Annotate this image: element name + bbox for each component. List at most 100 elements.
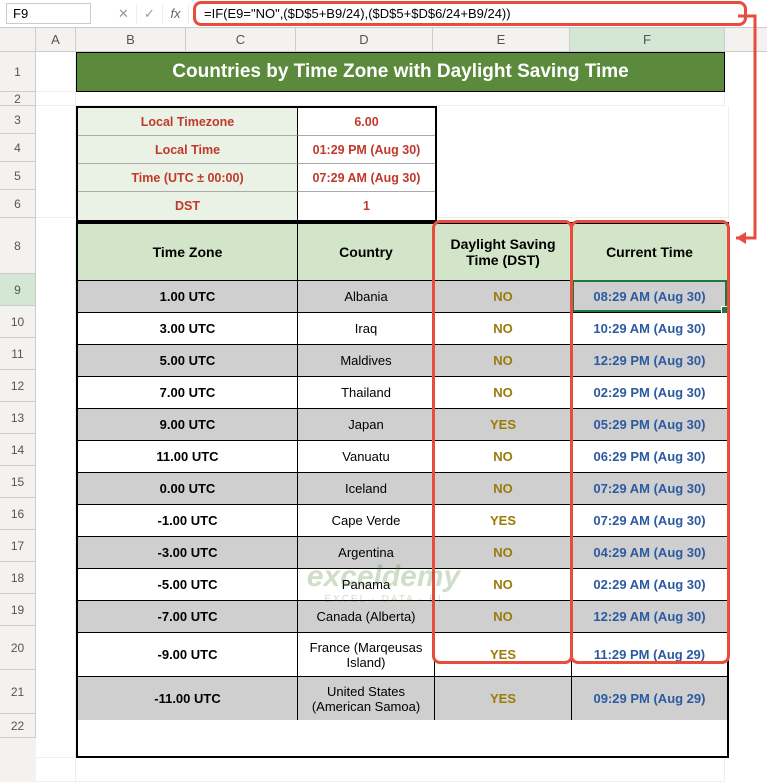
cell-country[interactable]: Maldives bbox=[298, 345, 435, 376]
name-box[interactable] bbox=[6, 3, 91, 24]
cell-country[interactable]: United States (American Samoa) bbox=[298, 677, 435, 720]
cell-dst[interactable]: YES bbox=[435, 677, 572, 720]
cell-timezone[interactable]: 9.00 UTC bbox=[78, 409, 298, 440]
cell-dst[interactable]: NO bbox=[435, 345, 572, 376]
cell-timezone[interactable]: 5.00 UTC bbox=[78, 345, 298, 376]
cell-timezone[interactable]: 11.00 UTC bbox=[78, 441, 298, 472]
row-header-19[interactable]: 19 bbox=[0, 594, 36, 626]
table-row[interactable]: -7.00 UTCCanada (Alberta)NO12:29 AM (Aug… bbox=[78, 600, 727, 632]
cell-dst[interactable]: NO bbox=[435, 569, 572, 600]
cell-dst[interactable]: NO bbox=[435, 473, 572, 504]
row-header-13[interactable]: 13 bbox=[0, 402, 36, 434]
row-header-22[interactable]: 22 bbox=[0, 714, 36, 738]
cell-country[interactable]: Argentina bbox=[298, 537, 435, 568]
col-header-D[interactable]: D bbox=[296, 28, 433, 51]
cell-country[interactable]: Vanuatu bbox=[298, 441, 435, 472]
cell-country[interactable]: Iraq bbox=[298, 313, 435, 344]
row-header-8[interactable]: 8 bbox=[0, 218, 36, 274]
cell-current-time[interactable]: 12:29 AM (Aug 30) bbox=[572, 601, 727, 632]
row-header-11[interactable]: 11 bbox=[0, 338, 36, 370]
row-header-14[interactable]: 14 bbox=[0, 434, 36, 466]
cancel-formula-icon[interactable]: ✕ bbox=[111, 4, 137, 24]
table-row[interactable]: 3.00 UTCIraqNO10:29 AM (Aug 30) bbox=[78, 312, 727, 344]
table-row[interactable]: 5.00 UTCMaldivesNO12:29 PM (Aug 30) bbox=[78, 344, 727, 376]
row-header-12[interactable]: 12 bbox=[0, 370, 36, 402]
cell-timezone[interactable]: 7.00 UTC bbox=[78, 377, 298, 408]
cell-current-time[interactable]: 07:29 AM (Aug 30) bbox=[572, 473, 727, 504]
cell-dst[interactable]: NO bbox=[435, 601, 572, 632]
cell-dst[interactable]: NO bbox=[435, 281, 572, 312]
cell-country[interactable]: Canada (Alberta) bbox=[298, 601, 435, 632]
row-header-4[interactable]: 4 bbox=[0, 134, 36, 162]
cell-dst[interactable]: NO bbox=[435, 313, 572, 344]
cell-timezone[interactable]: -5.00 UTC bbox=[78, 569, 298, 600]
cell-country[interactable]: Iceland bbox=[298, 473, 435, 504]
col-header-A[interactable]: A bbox=[36, 28, 76, 51]
row-header-18[interactable]: 18 bbox=[0, 562, 36, 594]
table-row[interactable]: -3.00 UTCArgentinaNO04:29 AM (Aug 30) bbox=[78, 536, 727, 568]
cell-timezone[interactable]: -3.00 UTC bbox=[78, 537, 298, 568]
cell-dst[interactable]: NO bbox=[435, 377, 572, 408]
row-header-10[interactable]: 10 bbox=[0, 306, 36, 338]
table-row[interactable]: 1.00 UTCAlbaniaNO08:29 AM (Aug 30) bbox=[78, 280, 727, 312]
cell-country[interactable]: Thailand bbox=[298, 377, 435, 408]
row-header-3[interactable]: 3 bbox=[0, 106, 36, 134]
row-header-9[interactable]: 9 bbox=[0, 274, 36, 306]
fx-icon[interactable]: fx bbox=[163, 4, 189, 24]
table-row[interactable]: 0.00 UTCIcelandNO07:29 AM (Aug 30) bbox=[78, 472, 727, 504]
cell-dst[interactable]: NO bbox=[435, 537, 572, 568]
row-header-21[interactable]: 21 bbox=[0, 670, 36, 714]
cell-country[interactable]: France (Marqeusas Island) bbox=[298, 633, 435, 676]
cell-timezone[interactable]: 0.00 UTC bbox=[78, 473, 298, 504]
cell-timezone[interactable]: -11.00 UTC bbox=[78, 677, 298, 720]
cell-current-time[interactable]: 06:29 PM (Aug 30) bbox=[572, 441, 727, 472]
table-row[interactable]: -1.00 UTCCape VerdeYES07:29 AM (Aug 30) bbox=[78, 504, 727, 536]
col-header-C[interactable]: C bbox=[186, 28, 296, 51]
cell-current-time[interactable]: 02:29 PM (Aug 30) bbox=[572, 377, 727, 408]
table-row[interactable]: -11.00 UTCUnited States (American Samoa)… bbox=[78, 676, 727, 720]
row-header-20[interactable]: 20 bbox=[0, 626, 36, 670]
col-header-E[interactable]: E bbox=[433, 28, 570, 51]
row-header-17[interactable]: 17 bbox=[0, 530, 36, 562]
cell-current-time[interactable]: 02:29 AM (Aug 30) bbox=[572, 569, 727, 600]
cell-current-time[interactable]: 09:29 PM (Aug 29) bbox=[572, 677, 727, 720]
row-header-15[interactable]: 15 bbox=[0, 466, 36, 498]
table-row[interactable]: 7.00 UTCThailandNO02:29 PM (Aug 30) bbox=[78, 376, 727, 408]
select-all-corner[interactable] bbox=[0, 28, 36, 51]
col-header-B[interactable]: B bbox=[76, 28, 186, 51]
cell-current-time[interactable]: 07:29 AM (Aug 30) bbox=[572, 505, 727, 536]
cell-current-time[interactable]: 05:29 PM (Aug 30) bbox=[572, 409, 727, 440]
accept-formula-icon[interactable]: ✓ bbox=[137, 4, 163, 24]
table-row[interactable]: -5.00 UTCPanamaNO02:29 AM (Aug 30) bbox=[78, 568, 727, 600]
cell-current-time[interactable]: 08:29 AM (Aug 30) bbox=[572, 281, 727, 312]
cell-current-time[interactable]: 12:29 PM (Aug 30) bbox=[572, 345, 727, 376]
col-header-F[interactable]: F bbox=[570, 28, 725, 51]
row-header-16[interactable]: 16 bbox=[0, 498, 36, 530]
cell-dst[interactable]: NO bbox=[435, 441, 572, 472]
cell-dst[interactable]: YES bbox=[435, 505, 572, 536]
cell-country[interactable]: Panama bbox=[298, 569, 435, 600]
cell-dst[interactable]: YES bbox=[435, 409, 572, 440]
cell-timezone[interactable]: -9.00 UTC bbox=[78, 633, 298, 676]
row-header-6[interactable]: 6 bbox=[0, 190, 36, 218]
cell-country[interactable]: Japan bbox=[298, 409, 435, 440]
row-header-1[interactable]: 1 bbox=[0, 52, 36, 92]
cell-current-time[interactable]: 10:29 AM (Aug 30) bbox=[572, 313, 727, 344]
cell-timezone[interactable]: 1.00 UTC bbox=[78, 281, 298, 312]
cell-A1[interactable] bbox=[36, 52, 76, 92]
formula-input[interactable]: =IF(E9="NO",($D$5+B9/24),($D$5+$D$6/24+B… bbox=[193, 1, 747, 26]
row-header-5[interactable]: 5 bbox=[0, 162, 36, 190]
row-header-2[interactable]: 2 bbox=[0, 92, 36, 106]
cell-timezone[interactable]: 3.00 UTC bbox=[78, 313, 298, 344]
cell-country[interactable]: Cape Verde bbox=[298, 505, 435, 536]
cell-timezone[interactable]: -1.00 UTC bbox=[78, 505, 298, 536]
table-row[interactable]: 9.00 UTCJapanYES05:29 PM (Aug 30) bbox=[78, 408, 727, 440]
table-row[interactable]: -9.00 UTCFrance (Marqeusas Island)YES11:… bbox=[78, 632, 727, 676]
spreadsheet-grid[interactable]: Countries by Time Zone with Daylight Sav… bbox=[36, 52, 729, 782]
cell-timezone[interactable]: -7.00 UTC bbox=[78, 601, 298, 632]
cell-country[interactable]: Albania bbox=[298, 281, 435, 312]
table-row[interactable]: 11.00 UTCVanuatuNO06:29 PM (Aug 30) bbox=[78, 440, 727, 472]
cell-current-time[interactable]: 04:29 AM (Aug 30) bbox=[572, 537, 727, 568]
cell-current-time[interactable]: 11:29 PM (Aug 29) bbox=[572, 633, 727, 676]
cell-dst[interactable]: YES bbox=[435, 633, 572, 676]
